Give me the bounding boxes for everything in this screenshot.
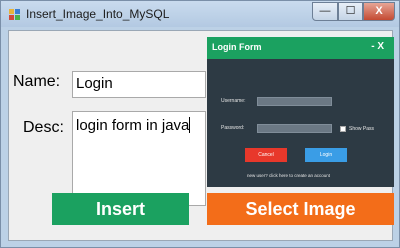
insert-button[interactable]: Insert bbox=[52, 193, 189, 225]
app-window: Insert_Image_Into_MySQL — ☐ X Name: Logi… bbox=[0, 0, 400, 248]
preview-show-pass-checkbox bbox=[340, 126, 346, 132]
name-input[interactable]: Login bbox=[72, 71, 206, 98]
window-title: Insert_Image_Into_MySQL bbox=[26, 7, 170, 21]
preview-header: Login Form - X bbox=[207, 37, 394, 59]
select-image-button[interactable]: Select Image bbox=[207, 193, 394, 225]
form-body: Name: Login Desc: login form in java Log… bbox=[8, 30, 394, 241]
preview-cancel-button: Cancel bbox=[245, 148, 287, 162]
image-preview: Login Form - X Username: Password: Show … bbox=[207, 37, 394, 187]
preview-show-pass-label: Show Pass bbox=[349, 126, 375, 132]
preview-username-field bbox=[257, 97, 332, 106]
preview-title: Login Form bbox=[212, 42, 262, 52]
name-input-value: Login bbox=[76, 75, 113, 92]
preview-password-label: Password: bbox=[221, 125, 245, 131]
desc-textarea[interactable]: login form in java bbox=[72, 111, 206, 206]
preview-username-label: Username: bbox=[221, 98, 246, 104]
preview-login-button: Login bbox=[305, 148, 347, 162]
close-button[interactable]: X bbox=[363, 2, 395, 21]
desc-textarea-value: login form in java bbox=[76, 117, 190, 134]
maximize-button[interactable]: ☐ bbox=[338, 2, 363, 21]
preview-password-field bbox=[257, 124, 332, 133]
preview-window-controls: - X bbox=[371, 41, 384, 52]
name-label: Name: bbox=[13, 73, 61, 90]
minimize-button[interactable]: — bbox=[312, 2, 338, 21]
title-bar[interactable]: Insert_Image_Into_MySQL — ☐ X bbox=[1, 1, 399, 27]
app-icon bbox=[9, 9, 20, 20]
desc-label: Desc: bbox=[23, 119, 64, 136]
preview-new-user-text: new user? click here to create an accoun… bbox=[247, 173, 331, 178]
text-caret bbox=[189, 117, 191, 133]
